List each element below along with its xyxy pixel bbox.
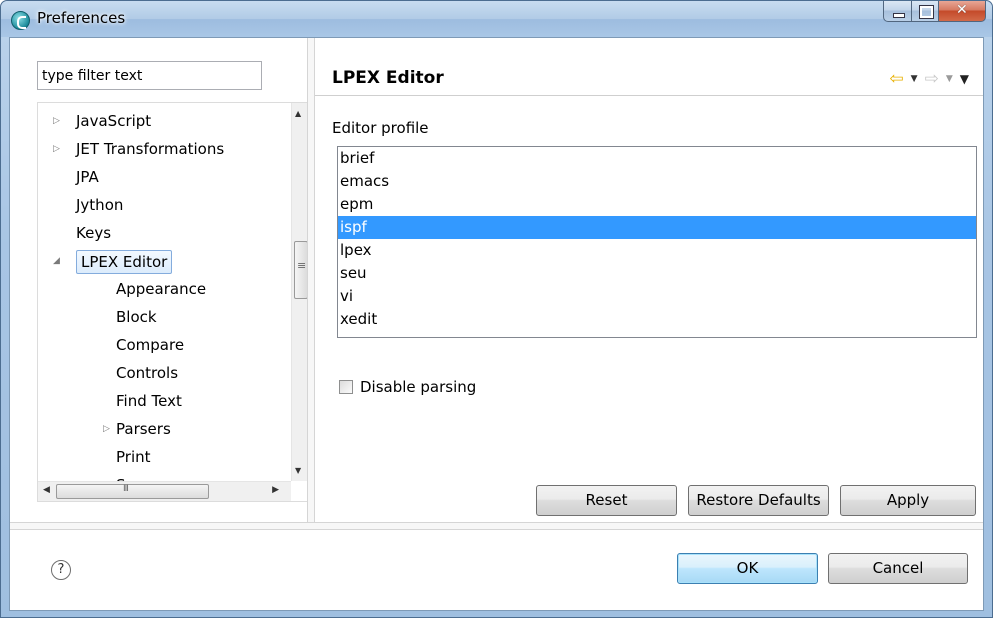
- button-bar-separator: [10, 522, 983, 530]
- tree-item-label: Controls: [116, 364, 179, 382]
- page-navigation: ⇦ ▼ ⇨ ▼ ▼: [889, 71, 969, 88]
- disable-parsing-option[interactable]: Disable parsing: [339, 378, 476, 396]
- expand-triangle-icon[interactable]: ▷: [53, 136, 60, 162]
- profile-list-item[interactable]: emacs: [338, 170, 976, 193]
- tree-item-label: Parsers: [116, 420, 171, 438]
- back-history-dropdown-icon[interactable]: ▼: [911, 74, 918, 84]
- scroll-up-icon[interactable]: ▲: [295, 109, 301, 118]
- tree-item-label: Find Text: [116, 392, 182, 410]
- ok-button[interactable]: OK: [677, 553, 818, 584]
- title-bar[interactable]: Preferences: [1, 1, 992, 37]
- scroll-left-icon[interactable]: ◀: [43, 485, 50, 495]
- forward-history-dropdown-icon[interactable]: ▼: [946, 74, 953, 84]
- preferences-navigation: ▷ JavaScript ▷ JET Transformations JPA Jython…: [10, 38, 310, 522]
- page-title: LPEX Editor: [332, 68, 444, 88]
- apply-button[interactable]: Apply: [840, 485, 976, 516]
- tree-item-label: JET Transformations: [76, 140, 225, 158]
- profile-list-item[interactable]: xedit: [338, 308, 976, 331]
- view-menu-icon[interactable]: ▼: [960, 72, 969, 86]
- tree-item-label: Jython: [76, 196, 124, 214]
- tree-item-label: JPA: [76, 168, 99, 186]
- forward-arrow-icon[interactable]: ⇨: [925, 71, 939, 88]
- dialog-client-area: ▷ JavaScript ▷ JET Transformations JPA Jython…: [9, 37, 984, 611]
- horizontal-scroll-thumb[interactable]: [56, 484, 209, 499]
- window-controls: [883, 1, 986, 22]
- window-title: Preferences: [37, 9, 126, 27]
- editor-profile-list[interactable]: brief emacs epm ispf lpex seu vi xedit: [337, 146, 977, 338]
- tree-item-label: Block: [116, 308, 157, 326]
- profile-list-item[interactable]: lpex: [338, 239, 976, 262]
- editor-profile-label: Editor profile: [332, 119, 429, 137]
- tree-horizontal-scrollbar[interactable]: ◀ ▶: [38, 481, 291, 501]
- tree-item-label: Print: [116, 448, 151, 466]
- page-header: LPEX Editor ⇦ ▼ ⇨ ▼ ▼: [315, 38, 983, 96]
- back-arrow-icon[interactable]: ⇦: [889, 71, 903, 88]
- preferences-tree[interactable]: ▷ JavaScript ▷ JET Transformations JPA Jython…: [37, 102, 310, 502]
- maximize-button[interactable]: [912, 1, 939, 22]
- expand-triangle-icon[interactable]: ▷: [53, 108, 60, 134]
- tree-item-label: JavaScript: [76, 112, 152, 130]
- preferences-window: Preferences ▷ JavaScript ▷ JET Transformati…: [0, 0, 993, 618]
- restore-defaults-button[interactable]: Restore Defaults: [688, 485, 829, 516]
- scroll-right-icon[interactable]: ▶: [272, 485, 279, 495]
- reset-button[interactable]: Reset: [536, 485, 677, 516]
- expand-triangle-icon[interactable]: ▷: [103, 416, 110, 442]
- profile-list-item[interactable]: seu: [338, 262, 976, 285]
- tree-item-label: Appearance: [116, 280, 207, 298]
- tree-item-label: Compare: [116, 336, 185, 354]
- close-button[interactable]: [939, 1, 986, 22]
- profile-list-item[interactable]: epm: [338, 193, 976, 216]
- tree-item-label: LPEX Editor: [76, 250, 173, 274]
- preference-page: LPEX Editor ⇦ ▼ ⇨ ▼ ▼ Editor profile bri…: [315, 38, 983, 522]
- filter-input[interactable]: [37, 61, 262, 90]
- profile-list-item[interactable]: brief: [338, 147, 976, 170]
- tree-item-label: Keys: [76, 224, 112, 242]
- eclipse-app-icon: [11, 11, 30, 30]
- vertical-scroll-thumb[interactable]: [294, 241, 308, 299]
- minimize-button[interactable]: [883, 1, 912, 22]
- profile-list-item[interactable]: ispf: [338, 216, 976, 239]
- cancel-button[interactable]: Cancel: [828, 553, 968, 584]
- vertical-splitter[interactable]: [307, 38, 315, 522]
- help-icon[interactable]: ?: [51, 560, 71, 580]
- disable-parsing-label[interactable]: Disable parsing: [360, 378, 476, 396]
- collapse-triangle-icon[interactable]: ◢: [53, 248, 60, 274]
- scroll-down-icon[interactable]: ▼: [295, 466, 301, 475]
- disable-parsing-checkbox[interactable]: [339, 380, 353, 394]
- profile-list-item[interactable]: vi: [338, 285, 976, 308]
